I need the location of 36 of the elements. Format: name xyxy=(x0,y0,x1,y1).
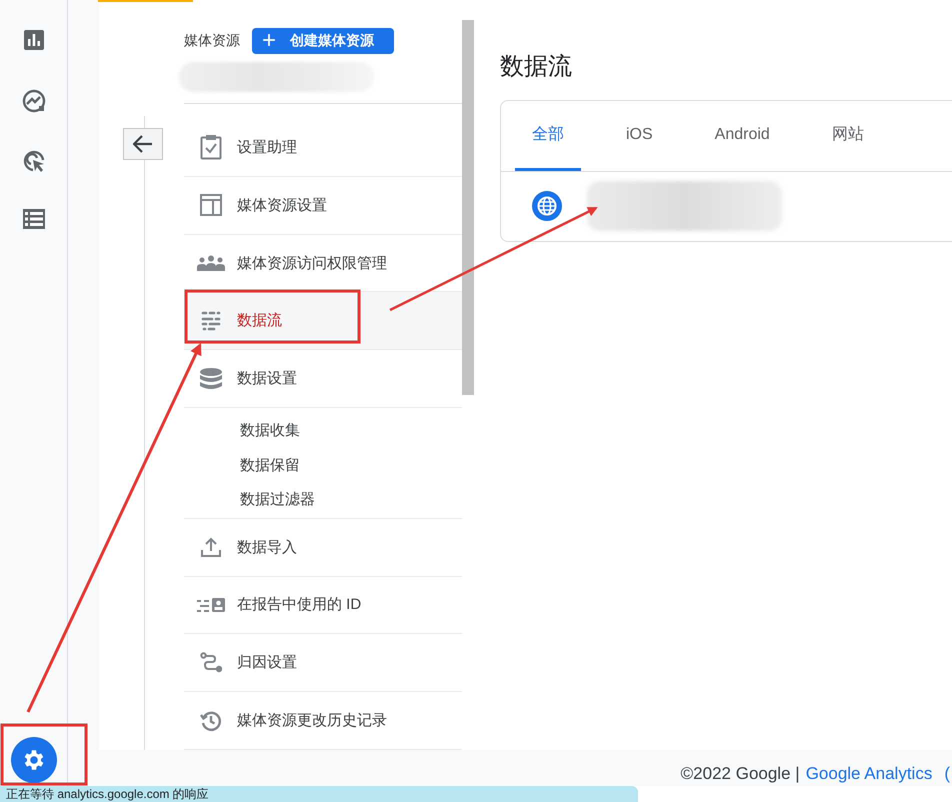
target-cursor-icon[interactable] xyxy=(22,149,46,173)
submenu-item[interactable]: 数据过滤器 xyxy=(184,482,462,519)
create-property-button[interactable]: + 创建媒体资源 xyxy=(252,28,394,54)
trend-icon[interactable] xyxy=(22,89,46,113)
layout-icon xyxy=(200,194,222,216)
stream-lines-icon xyxy=(200,310,222,332)
scrollbar[interactable] xyxy=(462,20,474,395)
property-label: 媒体资源 xyxy=(184,32,240,50)
upload-icon xyxy=(200,537,220,558)
menu-item[interactable]: 归因设置 xyxy=(184,634,462,692)
status-bar: 正在等待 analytics.google.com 的响应 xyxy=(0,786,638,802)
page-title: 数据流 xyxy=(500,52,573,82)
clipboard-check-icon xyxy=(200,134,222,160)
filter-tab[interactable]: 网站 xyxy=(814,101,881,171)
menu-item[interactable]: 在报告中使用的 ID xyxy=(184,576,462,634)
menu-item[interactable]: 数据导入 xyxy=(184,518,462,577)
bar-chart-icon[interactable] xyxy=(22,29,44,51)
list-icon[interactable] xyxy=(22,209,44,229)
database-icon xyxy=(198,366,222,391)
globe-icon[interactable] xyxy=(531,190,563,222)
route-icon xyxy=(200,652,222,674)
history-icon xyxy=(200,710,222,732)
filter-tab[interactable]: 全部 xyxy=(515,101,581,171)
submenu-item[interactable]: 数据收集 xyxy=(184,407,462,448)
admin-button[interactable] xyxy=(10,737,56,783)
people-icon xyxy=(196,255,224,272)
menu-item[interactable]: 数据流 xyxy=(184,292,462,350)
filter-tab[interactable]: Android xyxy=(698,101,787,171)
back-button[interactable] xyxy=(123,128,163,160)
submenu-item[interactable]: 数据保留 xyxy=(184,448,462,483)
footer-text: ( xyxy=(944,764,950,784)
copyright-text: ©2022 Google | xyxy=(680,764,800,784)
back-arrow-icon xyxy=(133,135,153,153)
analytics-link[interactable]: Google Analytics xyxy=(806,764,932,784)
id-card-icon xyxy=(196,596,224,613)
filter-tab[interactable]: iOS xyxy=(609,101,670,171)
